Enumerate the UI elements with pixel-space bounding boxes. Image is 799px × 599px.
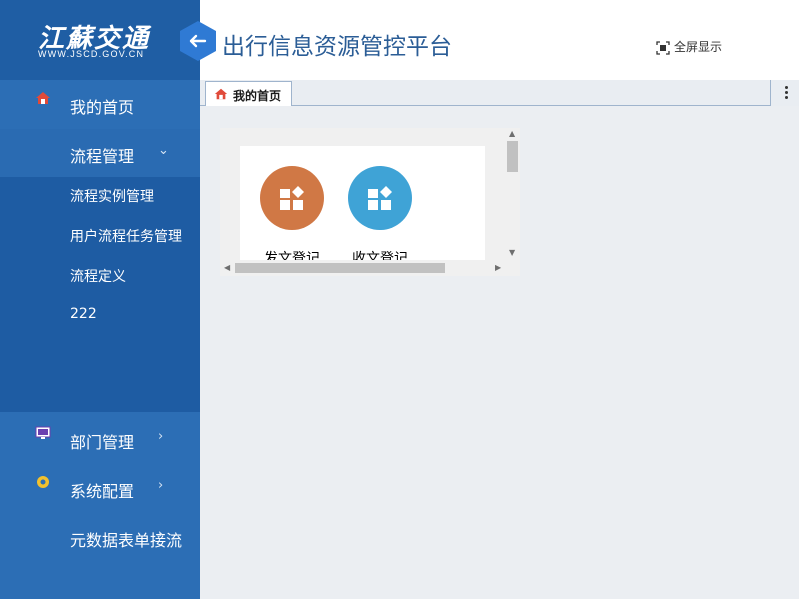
tab-home[interactable]: 我的首页: [205, 81, 292, 106]
horizontal-scroll-thumb[interactable]: [235, 263, 445, 273]
scroll-up-icon[interactable]: ▲: [509, 129, 515, 138]
sidebar-item-system-config[interactable]: 系统配置 ›: [0, 464, 200, 512]
app-outgoing-doc-button[interactable]: [260, 166, 324, 230]
app-incoming-doc-button[interactable]: [348, 166, 412, 230]
fullscreen-icon: [656, 40, 670, 55]
sidebar-item-label: 流程管理: [70, 147, 135, 166]
app-label[interactable]: 收文登记: [352, 248, 408, 260]
collapse-sidebar-button[interactable]: [180, 21, 216, 61]
tab-more-button[interactable]: [770, 80, 799, 106]
more-dot: [785, 96, 788, 99]
submenu-item-222[interactable]: 222: [70, 306, 97, 322]
more-vertical-icon: [785, 86, 788, 89]
logo-url: WWW.JSCD.GOV.CN: [38, 49, 145, 59]
chevron-right-icon: ›: [158, 478, 164, 493]
sidebar-item-home[interactable]: 我的首页: [0, 80, 200, 128]
home-icon: [214, 88, 228, 100]
workflow-submenu: 流程实例管理 用户流程任务管理 流程定义 222: [0, 177, 200, 412]
app-grid: 发文登记 收文登记: [240, 146, 485, 260]
sidebar-item-label: 元数据表单接流: [70, 531, 183, 550]
chevron-right-icon: ›: [158, 429, 164, 444]
home-icon: [36, 92, 50, 104]
more-dot: [785, 91, 788, 94]
scroll-left-icon[interactable]: ◀: [224, 263, 230, 272]
app-label[interactable]: 发文登记: [264, 248, 320, 260]
apps-icon: [368, 186, 392, 210]
sidebar-item-label: 系统配置: [70, 482, 135, 501]
sidebar-item-label: 我的首页: [70, 98, 135, 117]
apps-icon: [280, 186, 304, 210]
vertical-scroll-thumb[interactable]: [507, 141, 518, 172]
tab-bar: 我的首页: [200, 80, 799, 106]
scroll-down-icon[interactable]: ▼: [509, 248, 515, 257]
fullscreen-button[interactable]: 全屏显示: [656, 38, 722, 55]
gear-icon: [37, 476, 49, 488]
submenu-item-user-tasks[interactable]: 用户流程任务管理: [70, 226, 182, 246]
logo: 江蘇交通 WWW.JSCD.GOV.CN: [0, 0, 200, 80]
chevron-down-icon: ⌄: [158, 143, 169, 158]
chevron-right-icon: ›: [158, 527, 164, 542]
tab-label: 我的首页: [233, 89, 282, 103]
monitor-icon: [35, 426, 51, 439]
submenu-item-process-definitions[interactable]: 流程定义: [70, 266, 126, 286]
scroll-right-icon[interactable]: ▶: [495, 263, 501, 272]
submenu-item-process-instances[interactable]: 流程实例管理: [70, 186, 154, 206]
sidebar-item-metadata-forms[interactable]: 元数据表单接流 ›: [0, 513, 200, 561]
sidebar: 江蘇交通 WWW.JSCD.GOV.CN 我的首页 流程管理 ⌄ 流程实例管理 …: [0, 0, 200, 599]
fullscreen-label: 全屏显示: [674, 40, 723, 54]
sidebar-item-departments[interactable]: 部门管理 ›: [0, 415, 200, 463]
sidebar-item-workflow[interactable]: 流程管理 ⌄: [0, 129, 200, 177]
sidebar-item-label: 部门管理: [70, 433, 135, 452]
page-title: 出行信息资源管控平台: [222, 34, 452, 60]
